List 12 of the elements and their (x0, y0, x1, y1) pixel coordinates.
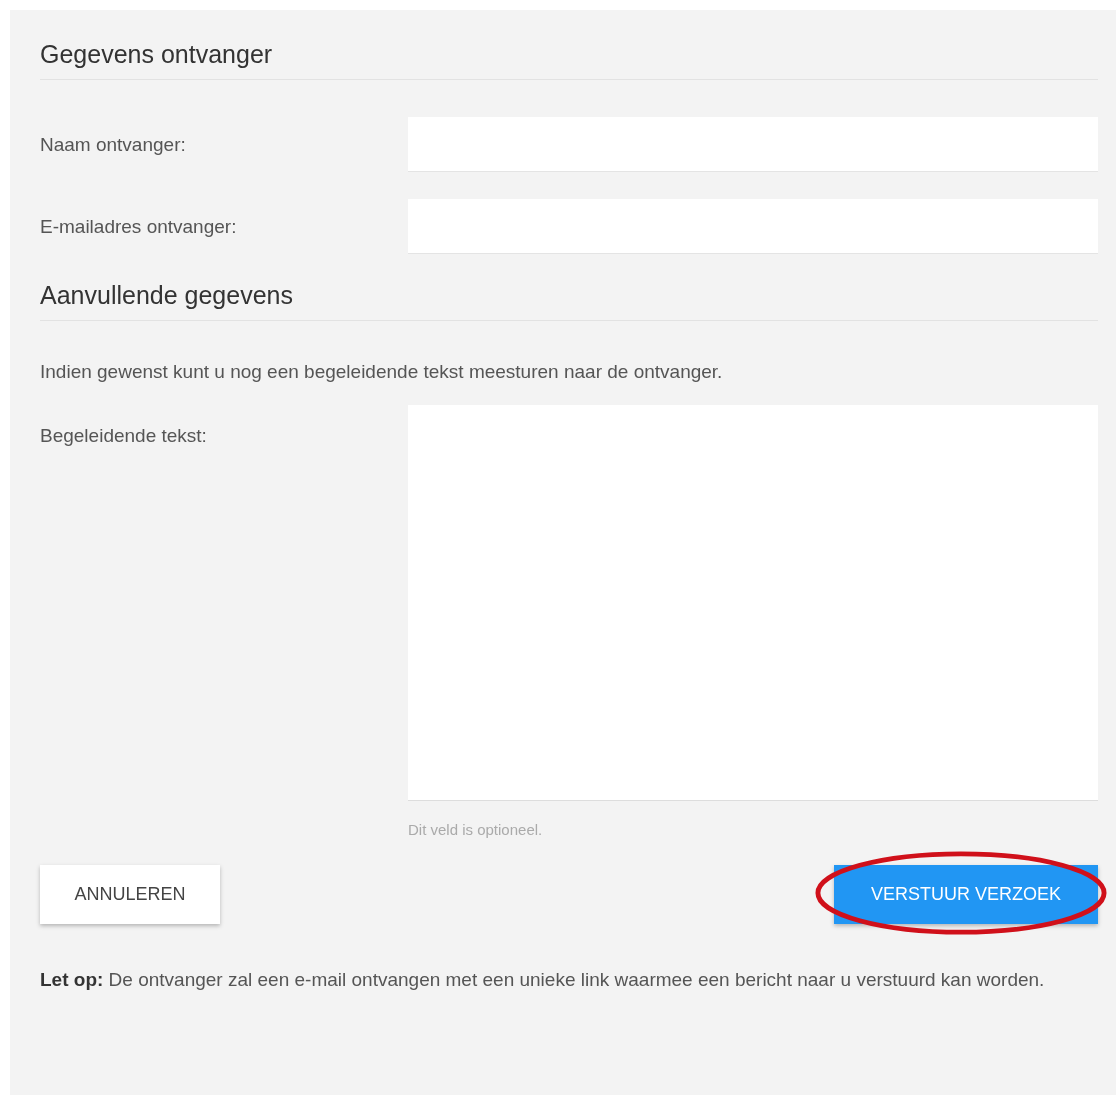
cancel-button[interactable]: ANNULEREN (40, 865, 220, 924)
hint-text: Dit veld is optioneel. (408, 821, 544, 838)
section-heading: Aanvullende gegevens (40, 281, 1098, 321)
field-label: Begeleidende tekst: (40, 424, 208, 447)
input-field[interactable] (408, 117, 1098, 172)
field-label: Naam ontvanger: (40, 133, 187, 156)
intro-text: Indien gewenst kunt u nog een begeleidende tekst meesturen naar de ontvanger. (40, 361, 724, 383)
field-label: E-mailadres ontvanger: (40, 215, 238, 238)
text-area[interactable] (408, 405, 1098, 801)
input-field[interactable] (408, 199, 1098, 254)
section-heading: Gegevens ontvanger (40, 40, 1098, 80)
notice-text: Let op: De ontvanger zal een e-mail ontvangen met een unieke link waarmee een bericht naar u verstuurd kan worden. (40, 968, 1046, 992)
